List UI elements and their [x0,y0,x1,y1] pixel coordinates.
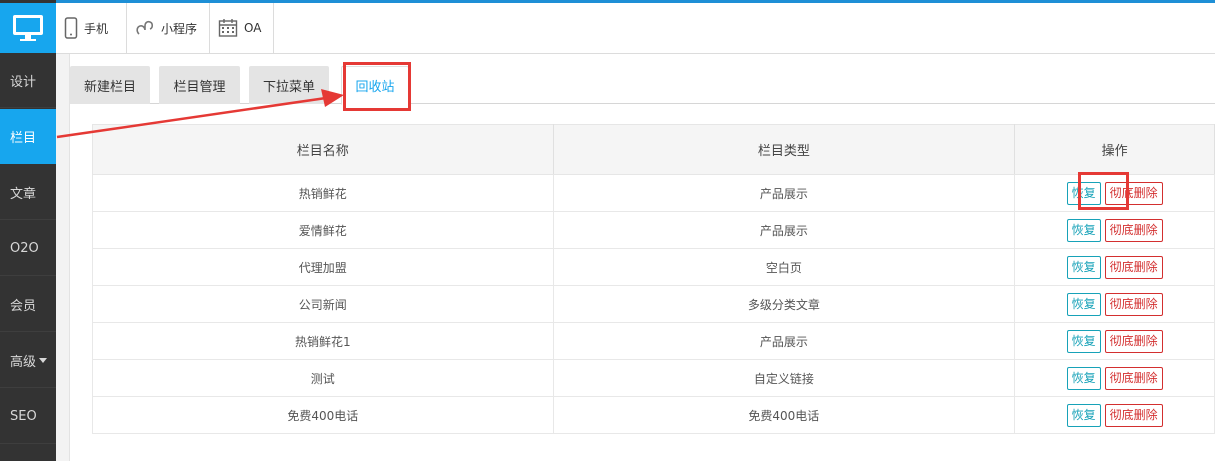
restore-button[interactable]: 恢复 [1066,292,1101,316]
column-header-type: 栏目类型 [552,124,1016,175]
restore-button[interactable]: 恢复 [1066,366,1101,390]
tab-dropdown-menu[interactable]: 下拉菜单 [249,66,329,104]
table-row: 爱情鲜花 产品展示 恢复 彻底删除 [92,211,1215,249]
tab-recycle-bin[interactable]: 回收站 [341,66,409,105]
permanent-delete-button[interactable]: 彻底删除 [1104,292,1163,316]
top-toolbar: 手机 小程序 OA [56,3,1215,54]
restore-button[interactable]: 恢复 [1066,329,1101,353]
cell-type: 产品展示 [552,174,1016,212]
tab-column-management[interactable]: 栏目管理 [159,66,240,104]
cell-type: 免费400电话 [552,396,1016,434]
caret-down-icon [39,357,48,363]
sidebar-item-advanced[interactable]: 高级 [0,333,56,388]
table-row: 代理加盟 空白页 恢复 彻底删除 [92,248,1215,286]
permanent-delete-button[interactable]: 彻底删除 [1104,403,1163,427]
content-left-gutter [56,53,70,461]
recycle-table-container: 栏目名称 栏目类型 操作 热销鲜花 产品展示 恢复 彻底删除 爱情鲜花 产品展示 … [92,124,1215,434]
tab-label: 新建栏目 [83,79,136,95]
sidebar-item-members[interactable]: 会员 [0,277,56,332]
sidebar-item-o2o[interactable]: O2O [0,221,56,276]
permanent-delete-button[interactable]: 彻底删除 [1104,255,1163,279]
permanent-delete-button[interactable]: 彻底删除 [1104,181,1163,205]
table-row: 测试 自定义链接 恢复 彻底删除 [92,359,1215,397]
cell-actions: 恢复 彻底删除 [1014,396,1215,434]
restore-button[interactable]: 恢复 [1066,403,1101,427]
calendar-icon [218,19,238,37]
cell-actions: 恢复 彻底删除 [1014,285,1215,323]
table-row: 免费400电话 免费400电话 恢复 彻底删除 [92,396,1215,434]
cell-actions: 恢复 彻底删除 [1014,322,1215,360]
tab-label: 下拉菜单 [262,79,315,95]
tab-bar: 新建栏目 栏目管理 下拉菜单 回收站 [70,62,1215,105]
sidebar-item-label: 设计 [10,74,37,90]
mini-program-icon [136,20,154,35]
sidebar: 设计 栏目 文章 O2O 会员 高级 SEO [0,0,56,461]
table-row: 热销鲜花1 产品展示 恢复 彻底删除 [92,322,1215,360]
table-header-row: 栏目名称 栏目类型 操作 [92,124,1215,175]
sidebar-item-label: 高级 [10,354,37,370]
permanent-delete-button[interactable]: 彻底删除 [1104,329,1163,353]
column-header-actions: 操作 [1014,124,1215,175]
sidebar-item-label: 文章 [10,186,37,202]
cell-type: 产品展示 [552,211,1016,249]
sidebar-item-label: SEO [10,408,37,424]
restore-button[interactable]: 恢复 [1066,218,1101,242]
cell-type: 空白页 [552,248,1016,286]
permanent-delete-button[interactable]: 彻底删除 [1104,366,1163,390]
toolbar-item-label: 小程序 [161,21,198,36]
cell-name: 测试 [92,359,554,397]
monitor-logo-icon[interactable] [0,3,56,53]
sidebar-item-columns[interactable]: 栏目 [0,109,56,164]
permanent-delete-button[interactable]: 彻底删除 [1104,218,1163,242]
column-header-name: 栏目名称 [92,124,554,175]
sidebar-item-seo[interactable]: SEO [0,389,56,444]
tab-label: 回收站 [355,80,395,95]
toolbar-item-mini-program[interactable]: 小程序 [127,3,210,53]
sidebar-item-articles[interactable]: 文章 [0,165,56,220]
sidebar-item-label: 栏目 [10,131,37,146]
cell-actions: 恢复 彻底删除 [1014,174,1215,212]
toolbar-item-label: OA [244,21,262,35]
cell-type: 自定义链接 [552,359,1016,397]
cell-name: 公司新闻 [92,285,554,323]
toolbar-item-oa[interactable]: OA [210,3,274,53]
tab-new-column[interactable]: 新建栏目 [70,66,150,104]
cell-actions: 恢复 彻底删除 [1014,359,1215,397]
cell-actions: 恢复 彻底删除 [1014,248,1215,286]
cell-type: 产品展示 [552,322,1016,360]
cell-name: 热销鲜花1 [92,322,554,360]
phone-icon [64,17,78,39]
cell-name: 爱情鲜花 [92,211,554,249]
sidebar-item-label: 会员 [10,298,37,314]
toolbar-item-phone[interactable]: 手机 [56,3,127,53]
recycle-table: 栏目名称 栏目类型 操作 热销鲜花 产品展示 恢复 彻底删除 爱情鲜花 产品展示 … [92,124,1215,434]
restore-button[interactable]: 恢复 [1066,181,1101,205]
toolbar-item-label: 手机 [84,21,109,36]
cell-name: 代理加盟 [92,248,554,286]
sidebar-item-design[interactable]: 设计 [0,53,56,108]
restore-button[interactable]: 恢复 [1066,255,1101,279]
cell-actions: 恢复 彻底删除 [1014,211,1215,249]
table-row: 热销鲜花 产品展示 恢复 彻底删除 [92,174,1215,212]
cell-name: 热销鲜花 [92,174,554,212]
table-row: 公司新闻 多级分类文章 恢复 彻底删除 [92,285,1215,323]
cell-type: 多级分类文章 [552,285,1016,323]
cell-name: 免费400电话 [92,396,554,434]
sidebar-item-label: O2O [10,240,39,256]
tab-label: 栏目管理 [173,79,226,95]
